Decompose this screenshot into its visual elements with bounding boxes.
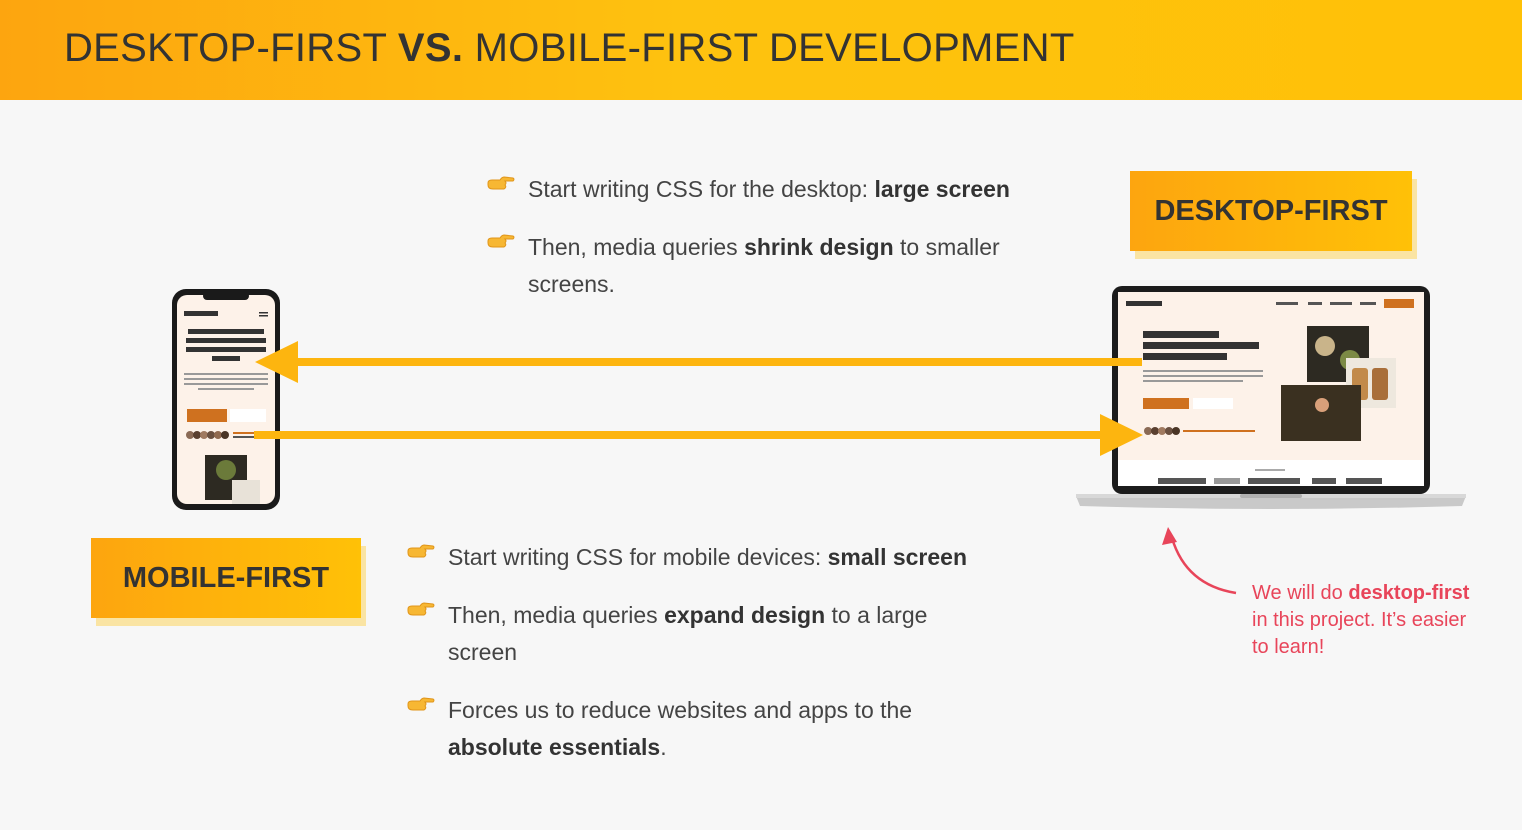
illustration-layer (172, 286, 1466, 595)
project-note: We will do desktop-first in this project… (1252, 582, 1470, 658)
expand-arrow (254, 414, 1143, 456)
shrink-arrow (255, 341, 1142, 383)
laptop-icon (1076, 286, 1466, 509)
smartphone-icon (172, 289, 280, 510)
note-arrow (1162, 527, 1237, 595)
